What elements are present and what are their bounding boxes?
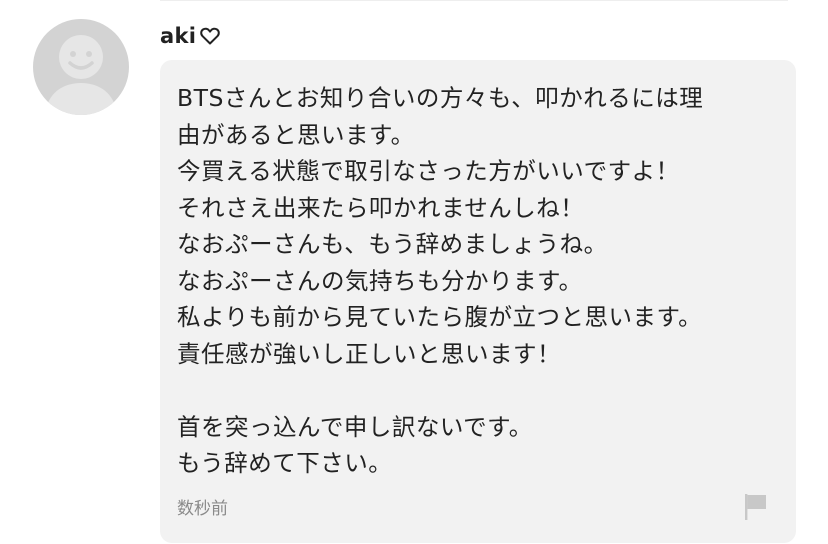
default-user-avatar-icon — [45, 35, 117, 115]
avatar[interactable] — [33, 19, 129, 115]
flag-icon[interactable] — [743, 492, 769, 522]
top-divider — [160, 0, 788, 1]
username[interactable]: aki — [160, 24, 196, 48]
comment-timestamp: 数秒前 — [177, 499, 228, 519]
heart-outline-icon — [200, 27, 221, 45]
comment-bubble: BTSさんとお知り合いの方々も、叩かれるには理 由があると思います。 今買える状… — [160, 60, 796, 543]
comment-header: aki — [160, 22, 221, 50]
comment-body: BTSさんとお知り合いの方々も、叩かれるには理 由があると思います。 今買える状… — [177, 84, 704, 477]
